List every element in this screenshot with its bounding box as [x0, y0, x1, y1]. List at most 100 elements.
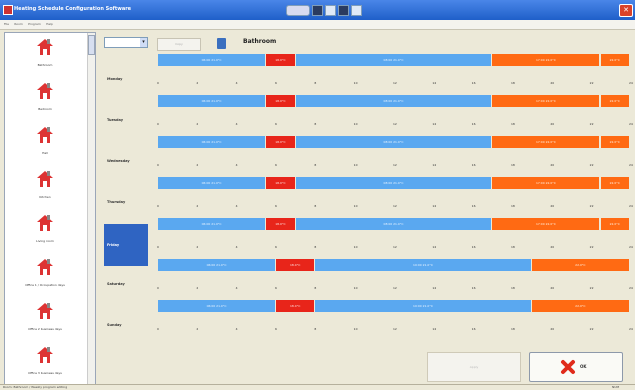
chevron-down-icon[interactable]: ▾ — [140, 38, 147, 47]
ok-label: OK — [580, 364, 587, 369]
hour-tick: 16 — [471, 122, 476, 126]
day-label[interactable]: Sunday — [104, 306, 148, 344]
hour-tick: 10 — [353, 81, 358, 85]
sidebar-item-room[interactable]: Office 2 business days — [5, 297, 85, 345]
menu-room[interactable]: Room — [14, 20, 23, 29]
schedule-segment[interactable]: 06:00 21.0°C — [158, 136, 266, 148]
schedule-segment[interactable]: 18.0°C — [266, 54, 295, 66]
sidebar-item-room[interactable]: Bathroom — [5, 33, 85, 81]
print-icon[interactable] — [325, 5, 336, 16]
save-icon[interactable] — [312, 5, 323, 16]
hour-tick: 8 — [314, 81, 317, 85]
menu-program[interactable]: Program — [28, 20, 41, 29]
hour-tick: 22 — [589, 122, 594, 126]
day-label[interactable]: Friday — [104, 224, 148, 266]
hour-tick: 0 — [157, 163, 159, 167]
schedule-segment[interactable]: 22.0°C — [600, 95, 629, 107]
menu-bar: File Room Program Help — [0, 20, 635, 30]
day-label[interactable]: Thursday — [104, 183, 148, 221]
schedule-segment[interactable]: 08:00 21.0°C — [295, 218, 492, 230]
hour-tick: 0 — [157, 286, 159, 290]
schedule-segment[interactable]: 22.0°C — [600, 177, 629, 189]
menu-help[interactable]: Help — [46, 20, 53, 29]
schedule-segment[interactable]: 06:00 21.0°C — [158, 259, 275, 271]
hour-tick: 2 — [196, 81, 199, 85]
close-button[interactable]: ✕ — [619, 4, 633, 17]
room-label: Office 1 / Occupation days — [25, 283, 65, 287]
room-label: Bathroom — [37, 63, 53, 67]
schedule-segment[interactable]: 10:00 21.0°C — [315, 259, 531, 271]
schedule-segment[interactable]: 22.0°C — [600, 136, 629, 148]
schedule-segment[interactable]: 06:00 21.0°C — [158, 218, 266, 230]
hour-tick: 4 — [235, 327, 238, 331]
sidebar-item-room[interactable]: Office 3 business days — [5, 341, 85, 385]
schedule-segment[interactable]: 08:00 21.0°C — [295, 136, 492, 148]
status-text: Room: Bathroom / Weekly program editing — [3, 385, 68, 389]
hour-tick: 8 — [314, 286, 317, 290]
schedule-segment[interactable]: 18.0°C — [266, 136, 295, 148]
house-icon — [37, 259, 53, 275]
apply-button[interactable]: Apply — [427, 352, 521, 382]
schedule-segment[interactable]: 17:00 22.0°C — [492, 177, 600, 189]
schedule-segment[interactable]: 10:00 21.0°C — [315, 300, 531, 312]
schedule-segment[interactable]: 22.0°C — [531, 300, 629, 312]
sidebar-item-room[interactable]: Office 1 / Occupation days — [5, 253, 85, 301]
schedule-segment[interactable]: 06:00 21.0°C — [158, 54, 266, 66]
schedule-segment[interactable]: 22.0°C — [600, 218, 629, 230]
sidebar-item-room[interactable]: Kitchen — [5, 165, 85, 213]
sidebar-item-room[interactable]: Hall — [5, 121, 85, 169]
hour-tick: 20 — [550, 245, 555, 249]
sidebar-item-room[interactable]: Living room — [5, 209, 85, 257]
day-label[interactable]: Monday — [104, 60, 148, 98]
hour-tick: 2 — [196, 122, 199, 126]
hour-tick: 18 — [511, 327, 515, 331]
copy-button[interactable]: Copy — [157, 38, 201, 51]
hour-tick: 12 — [393, 245, 397, 249]
hour-tick: 12 — [393, 81, 397, 85]
schedule-segment[interactable]: 18.0°C — [266, 95, 295, 107]
schedule-segment[interactable]: 17:00 22.0°C — [492, 136, 600, 148]
schedule-segment[interactable]: 18.0°C — [276, 259, 315, 271]
hour-tick: 16 — [471, 163, 476, 167]
page-title: Bathroom — [243, 38, 277, 45]
hour-tick: 8 — [314, 122, 317, 126]
schedule-segment[interactable]: 06:00 21.0°C — [158, 177, 266, 189]
schedule-segment[interactable]: 18.0°C — [276, 300, 315, 312]
day-label[interactable]: Wednesday — [104, 142, 148, 180]
schedule-segment[interactable]: 06:00 21.0°C — [158, 95, 266, 107]
day-label[interactable]: Tuesday — [104, 101, 148, 139]
monitor-icon[interactable] — [338, 5, 349, 16]
room-label: Kitchen — [39, 195, 51, 199]
schedule-segment[interactable]: 08:00 21.0°C — [295, 95, 492, 107]
schedule-segment[interactable]: 08:00 21.0°C — [295, 54, 492, 66]
room-dropdown[interactable]: ▾ — [104, 37, 148, 48]
mode-pill-icon[interactable] — [286, 5, 310, 16]
hour-tick: 22 — [589, 204, 594, 208]
schedule-segment[interactable]: 22.0°C — [531, 259, 629, 271]
sidebar-scroll-thumb[interactable] — [88, 35, 95, 55]
sidebar-scrollbar[interactable] — [87, 33, 95, 385]
room-label: Living room — [36, 239, 54, 243]
hour-tick: 12 — [393, 163, 397, 167]
room-label: Hall — [42, 151, 48, 155]
schedule-segment[interactable]: 18.0°C — [266, 218, 295, 230]
schedule-segment[interactable]: 06:00 21.0°C — [158, 300, 275, 312]
schedule-segment[interactable]: 22.0°C — [600, 54, 629, 66]
hour-tick: 14 — [432, 81, 437, 85]
day-label[interactable]: Saturday — [104, 265, 148, 303]
schedule-segment[interactable]: 18.0°C — [266, 177, 295, 189]
hour-tick: 4 — [235, 163, 238, 167]
hour-tick: 2 — [196, 163, 199, 167]
sidebar-item-room[interactable]: Bedroom — [5, 77, 85, 125]
window-icon[interactable] — [351, 5, 362, 16]
hour-tick: 10 — [353, 327, 358, 331]
schedule-segment[interactable]: 17:00 22.0°C — [492, 218, 600, 230]
schedule-segment[interactable]: 08:00 21.0°C — [295, 177, 492, 189]
schedule-segment[interactable]: 17:00 22.0°C — [492, 95, 600, 107]
schedule-segment[interactable]: 17:00 22.0°C — [492, 54, 600, 66]
ok-button[interactable]: OK — [529, 352, 623, 382]
menu-file[interactable]: File — [4, 20, 9, 29]
hour-tick: 0 — [157, 245, 159, 249]
hour-tick: 20 — [550, 204, 555, 208]
title-bar: Heating Schedule Configuration Software … — [0, 0, 635, 20]
